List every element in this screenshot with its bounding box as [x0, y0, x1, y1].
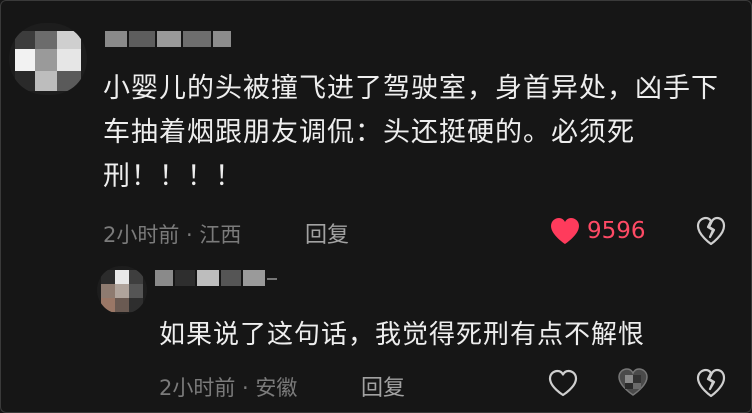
reply-username-blurred: [155, 270, 277, 286]
like-button[interactable]: 9596: [549, 216, 646, 246]
username-blurred: [105, 31, 231, 47]
broken-heart-icon[interactable]: [695, 367, 727, 399]
comment-panel: 小婴儿的头被撞飞进了驾驶室，身首异处，凶手下车抽着烟跟朋友调侃：头还挺硬的。必须…: [0, 0, 752, 413]
reply-text: 如果说了这句话，我觉得死刑有点不解恨: [159, 320, 646, 350]
reply-button[interactable]: 回复: [305, 217, 349, 249]
like-count: 9596: [587, 218, 646, 244]
reply-reply-button[interactable]: 回复: [361, 370, 405, 402]
comment-text: 小婴儿的头被撞飞进了驾驶室，身首异处，凶手下车抽着烟跟朋友调侃：头还挺硬的。必须…: [103, 73, 719, 192]
reply-meta: 2小时前 · 安徽: [159, 376, 298, 400]
avatar[interactable]: [9, 23, 87, 95]
heart-icon: [551, 218, 579, 244]
reply-avatar[interactable]: [97, 266, 147, 314]
heart-icon[interactable]: [547, 368, 579, 398]
broken-heart-icon[interactable]: [695, 215, 727, 247]
author-like-icon[interactable]: [615, 365, 651, 399]
comment-meta: 2小时前 · 江西: [103, 223, 242, 247]
